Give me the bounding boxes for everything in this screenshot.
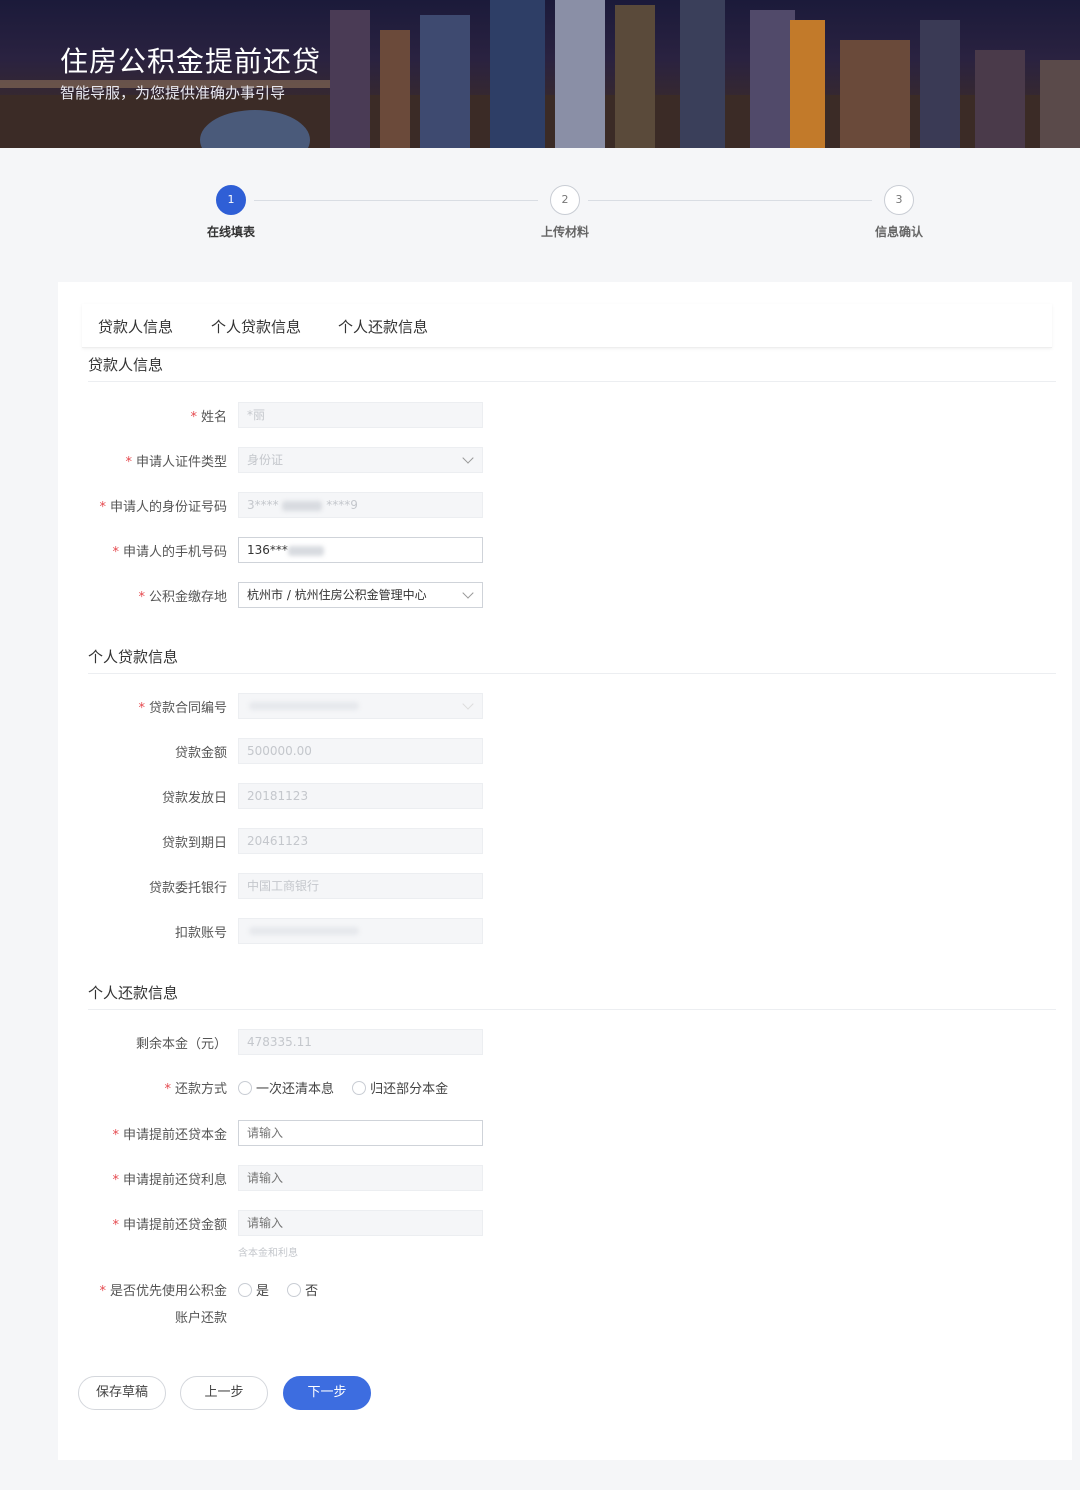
id-number-label: * 申请人的身份证号码 xyxy=(99,500,227,515)
name-label: * 姓名 xyxy=(190,410,227,425)
name-field: *丽 xyxy=(238,402,483,428)
section-title-loan: 个人贷款信息 xyxy=(88,648,179,666)
chevron-down-icon xyxy=(462,698,474,710)
bank-field: 中国工商银行 xyxy=(238,873,483,899)
tab-loan-info[interactable]: 个人贷款信息 xyxy=(211,316,301,337)
tab-repayment-info[interactable]: 个人还款信息 xyxy=(338,316,428,337)
contract-number-field xyxy=(238,693,483,719)
step-label: 信息确认 xyxy=(874,225,923,239)
progress-steps: 1 在线填表 2 上传材料 3 信息确认 xyxy=(0,148,1080,268)
priority-label-line2: 账户还款 xyxy=(174,1311,227,1326)
remaining-principal-label: 剩余本金（元） xyxy=(135,1037,227,1052)
page-title: 住房公积金提前还贷 xyxy=(60,45,322,78)
header-banner: 住房公积金提前还贷 智能导服，为您提供准确办事引导 xyxy=(0,0,1080,148)
principal-label: * 申请提前还贷本金 xyxy=(112,1128,227,1143)
total-amount-label: * 申请提前还贷金额 xyxy=(112,1218,227,1233)
step-label: 上传材料 xyxy=(540,225,589,239)
section-divider xyxy=(88,673,1056,674)
page-subtitle: 智能导服，为您提供准确办事引导 xyxy=(60,84,286,102)
due-date-field: 20461123 xyxy=(238,828,483,854)
chevron-down-icon xyxy=(462,587,474,599)
interest-input xyxy=(238,1165,483,1191)
tab-borrower-info[interactable]: 贷款人信息 xyxy=(98,316,173,337)
prev-step-button[interactable]: 上一步 xyxy=(180,1376,268,1410)
radio-full-repayment[interactable]: 一次还清本息 xyxy=(238,1078,334,1097)
step-1: 1 在线填表 xyxy=(171,185,291,240)
interest-label: * 申请提前还贷利息 xyxy=(112,1173,227,1188)
section-title-repay: 个人还款信息 xyxy=(88,984,179,1002)
form-card: 贷款人信息 个人贷款信息 个人还款信息 贷款人信息 * 姓名 *丽 * 申请人证件类… xyxy=(58,282,1072,1460)
loan-amount-field: 500000.00 xyxy=(238,738,483,764)
issue-date-field: 20181123 xyxy=(238,783,483,809)
priority-group: 是 否 xyxy=(238,1280,332,1299)
chevron-down-icon xyxy=(462,452,474,464)
id-type-select: 身份证 xyxy=(238,447,483,473)
radio-partial-repayment[interactable]: 归还部分本金 xyxy=(352,1078,448,1097)
priority-label: * 是否优先使用公积金 xyxy=(99,1284,227,1299)
repay-method-group: 一次还清本息 归还部分本金 xyxy=(238,1078,462,1097)
fund-place-select[interactable]: 杭州市 / 杭州住房公积金管理中心 xyxy=(238,582,483,608)
due-date-label: 贷款到期日 xyxy=(161,836,227,851)
contract-label: * 贷款合同编号 xyxy=(138,701,227,716)
step-number: 3 xyxy=(884,185,914,215)
loan-amount-label: 贷款金额 xyxy=(174,746,227,761)
save-draft-button[interactable]: 保存草稿 xyxy=(78,1376,166,1410)
phone-input[interactable]: 136*** xyxy=(238,537,483,563)
account-field xyxy=(238,918,483,944)
radio-no[interactable]: 否 xyxy=(287,1280,318,1299)
id-type-label: * 申请人证件类型 xyxy=(125,455,227,470)
step-number: 2 xyxy=(550,185,580,215)
bank-label: 贷款委托银行 xyxy=(148,881,227,896)
account-label: 扣款账号 xyxy=(174,926,227,941)
total-amount-hint: 含本金和利息 xyxy=(238,1248,298,1259)
next-step-button[interactable]: 下一步 xyxy=(283,1376,371,1410)
radio-yes[interactable]: 是 xyxy=(238,1280,269,1299)
section-divider xyxy=(88,1009,1056,1010)
step-label: 在线填表 xyxy=(206,225,255,239)
step-connector xyxy=(588,200,872,201)
issue-date-label: 贷款发放日 xyxy=(161,791,227,806)
step-number: 1 xyxy=(216,185,246,215)
principal-input[interactable] xyxy=(238,1120,483,1146)
fund-place-label: * 公积金缴存地 xyxy=(138,590,227,605)
repay-method-label: * 还款方式 xyxy=(164,1082,227,1097)
step-3: 3 信息确认 xyxy=(839,185,959,240)
phone-label: * 申请人的手机号码 xyxy=(112,545,227,560)
section-title-borrower: 贷款人信息 xyxy=(88,356,164,374)
section-divider xyxy=(88,381,1056,382)
step-connector xyxy=(254,200,538,201)
section-tabs: 贷款人信息 个人贷款信息 个人还款信息 xyxy=(82,304,1052,348)
id-number-field: 3**** ****9 xyxy=(238,492,483,518)
step-2: 2 上传材料 xyxy=(505,185,625,240)
remaining-principal-field: 478335.11 xyxy=(238,1029,483,1055)
total-amount-input xyxy=(238,1210,483,1236)
